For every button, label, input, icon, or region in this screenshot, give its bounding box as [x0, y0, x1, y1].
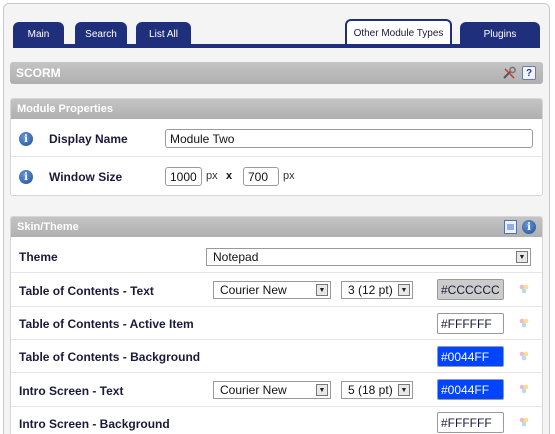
tab-search[interactable]: Search [75, 22, 127, 46]
tab-list-all-label: List All [149, 28, 178, 40]
theme-select[interactable]: Notepad ▼ [206, 248, 531, 266]
skin-theme-header: Skin/Theme i [11, 217, 542, 237]
toc-text-row: Table of Contents - Text Courier New ▼ 3… [11, 273, 542, 307]
module-properties-title: Module Properties [17, 103, 113, 115]
toc-background-label: Table of Contents - Background [19, 350, 201, 364]
display-name-row: i Display Name Module Two [11, 120, 542, 157]
intro-background-row: Intro Screen - Background #FFFFFF [11, 407, 542, 434]
tab-list-all[interactable]: List All [136, 22, 191, 46]
window-size-label: Window Size [49, 170, 123, 184]
toc-active-color-value: #FFFFFF [441, 316, 492, 331]
intro-text-row: Intro Screen - Text Courier New ▼ 5 (18 … [11, 373, 542, 407]
tab-main-label: Main [27, 28, 50, 40]
tab-plugins[interactable]: Plugins [460, 22, 540, 46]
height-unit: px [283, 170, 295, 182]
toc-text-label: Table of Contents - Text [19, 284, 154, 298]
color-picker-icon[interactable] [517, 382, 531, 396]
width-unit: px [206, 170, 218, 182]
window-size-row: i Window Size 1000 px x 700 px [11, 157, 542, 195]
toc-background-row: Table of Contents - Background #0044FF [11, 340, 542, 373]
scorm-panel: SCORM ? [10, 62, 543, 84]
info-icon[interactable]: i [19, 170, 33, 184]
color-picker-icon[interactable] [517, 282, 531, 296]
intro-text-font-value: Courier New [220, 383, 287, 397]
module-properties-header: Module Properties [11, 99, 542, 119]
intro-text-size-value: 5 (18 pt) [348, 383, 393, 397]
toc-text-font-select[interactable]: Courier New ▼ [213, 281, 331, 299]
skin-theme-title: Skin/Theme [17, 221, 79, 233]
tab-other-module-types-label: Other Module Types [353, 28, 444, 39]
color-picker-icon[interactable] [517, 415, 531, 429]
toc-active-label: Table of Contents - Active Item [19, 317, 194, 331]
intro-text-color-field[interactable]: #0044FF [437, 379, 504, 400]
info-icon[interactable]: i [522, 220, 536, 234]
display-name-label: Display Name [49, 132, 128, 146]
window-height-input[interactable]: 700 [243, 167, 279, 186]
intro-text-label: Intro Screen - Text [19, 384, 124, 398]
toc-active-color-field[interactable]: #FFFFFF [437, 313, 504, 334]
tab-other-module-types[interactable]: Other Module Types [345, 19, 452, 46]
chevron-down-icon: ▼ [398, 384, 410, 396]
chevron-down-icon: ▼ [316, 384, 328, 396]
toc-text-size-select[interactable]: 3 (12 pt) ▼ [341, 281, 413, 299]
chevron-down-icon: ▼ [398, 284, 410, 296]
toc-active-row: Table of Contents - Active Item #FFFFFF [11, 307, 542, 340]
tab-plugins-label: Plugins [483, 28, 517, 40]
help-icon[interactable]: ? [522, 66, 536, 80]
toc-text-size-value: 3 (12 pt) [348, 283, 393, 297]
size-separator: x [226, 170, 233, 182]
tools-icon[interactable] [502, 66, 517, 81]
info-icon[interactable]: i [19, 132, 33, 146]
intro-text-font-select[interactable]: Courier New ▼ [213, 381, 331, 399]
tab-bar: Main Search List All Other Module Types … [13, 19, 540, 46]
toc-text-color-field[interactable]: #CCCCCC [437, 279, 504, 300]
intro-background-color-value: #FFFFFF [441, 415, 492, 430]
window-width-input[interactable]: 1000 [165, 167, 202, 186]
intro-text-color-value: #0044FF [441, 382, 490, 397]
tab-main[interactable]: Main [13, 22, 64, 46]
module-properties-panel: Module Properties i Display Name Module … [10, 98, 543, 196]
intro-background-color-field[interactable]: #FFFFFF [437, 412, 504, 433]
scorm-title: SCORM [16, 66, 61, 80]
scorm-header: SCORM ? [10, 62, 543, 84]
chevron-down-icon: ▼ [316, 284, 328, 296]
tab-underline [13, 44, 540, 48]
toc-text-font-value: Courier New [220, 283, 287, 297]
display-name-input[interactable]: Module Two [165, 129, 533, 148]
color-picker-icon[interactable] [517, 349, 531, 363]
intro-text-size-select[interactable]: 5 (18 pt) ▼ [341, 381, 413, 399]
skin-theme-panel: Skin/Theme i Theme Notepad ▼ Table of Co… [10, 216, 543, 434]
tab-search-label: Search [85, 28, 117, 40]
toc-background-color-value: #0044FF [441, 349, 490, 364]
intro-background-label: Intro Screen - Background [19, 417, 170, 431]
chevron-down-icon: ▼ [516, 251, 528, 263]
theme-row: Theme Notepad ▼ [11, 238, 542, 273]
theme-label: Theme [19, 250, 58, 264]
preview-icon[interactable] [504, 220, 517, 234]
theme-select-value: Notepad [213, 250, 259, 264]
toc-text-color-value: #CCCCCC [441, 282, 500, 297]
color-picker-icon[interactable] [517, 316, 531, 330]
toc-background-color-field[interactable]: #0044FF [437, 346, 504, 367]
